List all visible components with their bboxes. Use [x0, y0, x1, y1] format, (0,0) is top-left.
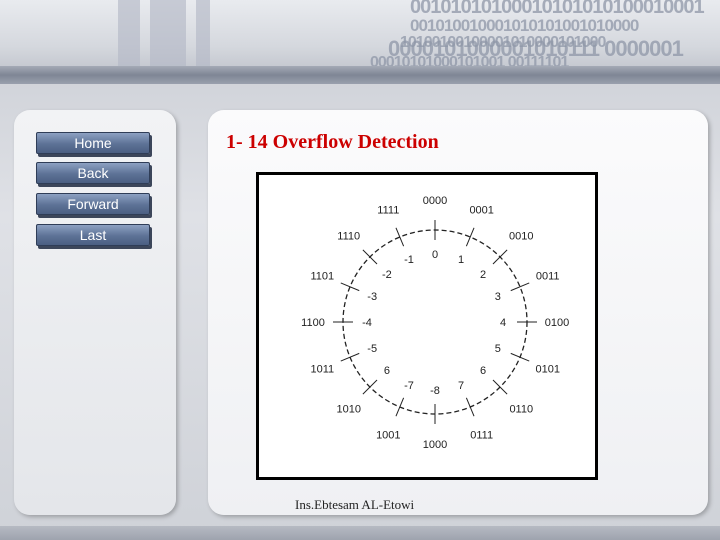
signed-label: 2 — [480, 269, 486, 281]
binary-label: 1011 — [310, 364, 334, 376]
signed-label: -1 — [404, 254, 414, 266]
signed-label: 5 — [495, 343, 501, 355]
binary-label: 1010 — [336, 403, 360, 415]
overflow-diagram: 0000 0 0001 1 0010 2 0011 3 0100 4 0101 5 0110 6 0111 7… — [256, 172, 598, 480]
signed-label: -7 — [404, 380, 414, 392]
binary-label: 0101 — [535, 364, 559, 376]
binary-label: 0100 — [545, 317, 569, 329]
wheel-tick — [465, 397, 475, 417]
binary-label: 1110 — [337, 231, 360, 243]
signed-label: 7 — [458, 380, 464, 392]
forward-button[interactable]: Forward — [36, 193, 150, 215]
wheel-tick — [395, 227, 405, 247]
signed-label: 0 — [432, 249, 438, 261]
signed-label: -2 — [382, 269, 392, 281]
binary-label: 0000 — [423, 195, 447, 207]
signed-label: 6 — [384, 365, 390, 377]
wheel-tick — [465, 227, 475, 247]
binary-label: 1101 — [310, 270, 334, 282]
banner-binary-text: 001010010001010101001010000 — [410, 16, 639, 35]
wheel-tick — [510, 282, 530, 292]
binary-label: 1111 — [377, 204, 399, 216]
signed-label: -8 — [430, 385, 440, 397]
number-wheel: 000000001100102 0011301004010150110601117… — [301, 195, 569, 451]
signed-label: 1 — [458, 254, 464, 266]
signed-label: -3 — [367, 291, 377, 303]
back-button[interactable]: Back — [36, 162, 150, 184]
signed-label: -5 — [367, 343, 377, 355]
signed-label: 6 — [480, 365, 486, 377]
home-button[interactable]: Home — [36, 132, 150, 154]
binary-label: 0111 — [470, 430, 493, 442]
slide-title: 1- 14 Overflow Detection — [226, 131, 439, 153]
binary-label: 0011 — [536, 270, 560, 282]
signed-label: -4 — [362, 317, 372, 329]
last-button[interactable]: Last — [36, 224, 150, 246]
wheel-tick — [510, 352, 530, 362]
binary-label: 0010 — [509, 231, 533, 243]
signed-label: 4 — [500, 317, 506, 329]
author-footer: Ins.Ebtesam AL-Etowi — [295, 497, 415, 512]
wheel-tick — [395, 397, 405, 417]
wheel-tick — [340, 352, 360, 362]
banner-bar — [0, 66, 720, 84]
signed-label: 3 — [495, 291, 501, 303]
bottom-strip — [0, 526, 720, 540]
binary-label: 1100 — [301, 317, 325, 329]
top-banner: 00101010100010101010100010001 0010100100… — [0, 0, 720, 84]
binary-label: 0110 — [509, 403, 533, 415]
binary-label: 1001 — [376, 430, 400, 442]
wheel-tick — [340, 282, 360, 292]
binary-label: 0001 — [469, 204, 493, 216]
binary-label: 1000 — [423, 439, 447, 451]
